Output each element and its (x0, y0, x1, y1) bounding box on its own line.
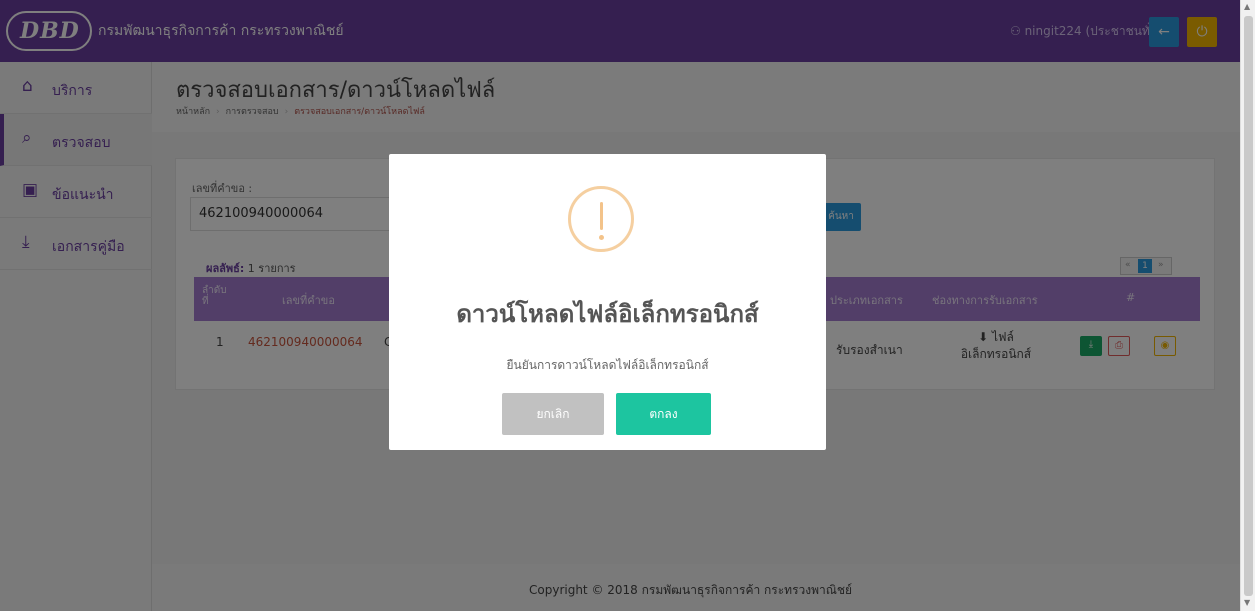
warning-icon-dot (599, 235, 604, 240)
app-page: DBD กรมพัฒนาธุรกิจการค้า กระทรวงพาณิชย์ … (0, 0, 1240, 611)
cancel-button[interactable]: ยกเลิก (502, 393, 604, 435)
warning-icon-bar (600, 202, 603, 230)
ok-button[interactable]: ตกลง (616, 393, 711, 435)
scroll-up-icon[interactable]: ▲ (1244, 2, 1250, 11)
vertical-scrollbar[interactable]: ▲ ▼ (1240, 0, 1255, 611)
scroll-down-icon[interactable]: ▼ (1244, 598, 1250, 607)
dialog-message: ยืนยันการดาวน์โหลดไฟล์อิเล็กทรอนิกส์ (506, 358, 709, 372)
dialog-title: ดาวน์โหลดไฟล์อิเล็กทรอนิกส์ (456, 300, 759, 328)
warning-icon (568, 186, 634, 252)
scrollbar-thumb[interactable] (1244, 16, 1253, 596)
